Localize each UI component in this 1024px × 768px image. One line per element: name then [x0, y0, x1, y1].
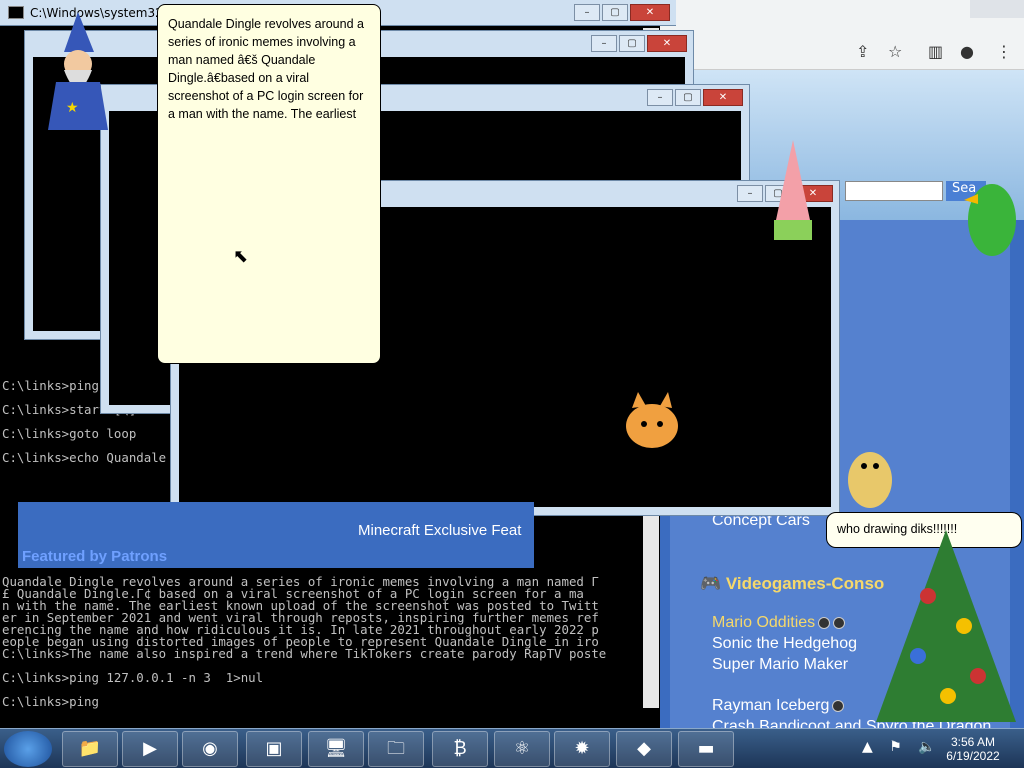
link-mario-oddities[interactable]: Mario Oddities: [712, 614, 846, 632]
close-button[interactable]: ✕: [630, 4, 670, 21]
featured-label: Minecraft Exclusive Feat: [358, 522, 522, 539]
parrot-icon: [958, 170, 1024, 270]
cmd-line: C:\links>ping: [2, 694, 99, 709]
patrick-icon: [762, 140, 824, 260]
minimize-button[interactable]: –: [591, 35, 617, 52]
cat-icon: [610, 388, 700, 458]
close-button[interactable]: ✕: [703, 89, 743, 106]
browser-tab-close[interactable]: [970, 0, 1024, 18]
cmd-output-bottom: Quandale Dingle revolves around a series…: [2, 575, 607, 709]
maximize-button[interactable]: ▢: [675, 89, 701, 106]
wizard-icon: ★: [42, 12, 114, 130]
taskbar: 📁 ▶ ◉ ▣ 🖥 🗀 ₿ ⚛ ✹ ◆ ▬ ▲ ⚑ 🔈 3:56 AM 6/19…: [0, 728, 1024, 768]
system-tray[interactable]: ▲ ⚑ 🔈: [862, 739, 942, 755]
chrome-icon[interactable]: ◉: [182, 731, 238, 767]
minimize-button[interactable]: –: [574, 4, 600, 21]
note-popup: Quandale Dingle revolves around a series…: [157, 4, 381, 364]
minimize-button[interactable]: –: [737, 185, 763, 202]
cmd-taskbar-icon[interactable]: ▬: [678, 731, 734, 767]
svg-text:★: ★: [66, 100, 79, 116]
folder-icon[interactable]: 🗀: [368, 731, 424, 767]
bluestacks-icon[interactable]: ◆: [616, 731, 672, 767]
photos-icon[interactable]: ▣: [246, 731, 302, 767]
section-heading: 🎮 Videogames-Conso: [700, 574, 885, 593]
menu-icon[interactable]: ⋮: [996, 42, 1012, 61]
sidebar-icon[interactable]: ▥: [928, 42, 943, 61]
link-super-mario-maker[interactable]: Super Mario Maker: [712, 656, 848, 674]
explorer-icon[interactable]: 📁: [62, 731, 118, 767]
atom-icon[interactable]: ⚛: [494, 731, 550, 767]
app-icon[interactable]: ₿: [432, 731, 488, 767]
link-rayman-iceberg[interactable]: Rayman Iceberg: [712, 697, 845, 715]
cmd-line: C:\links>ping 127.0.0.1 -n 3 1>nul: [2, 670, 264, 685]
mouse-cursor-icon: ⬉: [233, 246, 249, 267]
clock-time: 3:56 AM: [950, 735, 996, 749]
star-icon[interactable]: ☆: [888, 42, 902, 61]
dog-icon: [838, 436, 902, 514]
maximize-button[interactable]: ▢: [619, 35, 645, 52]
clock-date: 6/19/2022: [946, 749, 1000, 763]
website-fragment: Minecraft Exclusive Feat Featured by Pat…: [18, 502, 534, 568]
maximize-button[interactable]: ▢: [602, 4, 628, 21]
clock[interactable]: 3:56 AM 6/19/2022: [936, 735, 1010, 763]
game-icon[interactable]: ✹: [554, 731, 610, 767]
christmas-tree-icon: [868, 526, 1024, 726]
remote-icon[interactable]: 🖥: [308, 731, 364, 767]
cmd-line: C:\links>The name also inspired a trend …: [2, 646, 607, 661]
cmd-icon: [8, 6, 24, 19]
media-player-icon[interactable]: ▶: [122, 731, 178, 767]
patrons-label: Featured by Patrons: [22, 548, 168, 565]
close-button[interactable]: ✕: [647, 35, 687, 52]
browser-toolbar: ⇪ ☆ ▥ ● ⋮: [660, 0, 1024, 70]
share-icon[interactable]: ⇪: [856, 42, 869, 61]
minimize-button[interactable]: –: [647, 89, 673, 106]
link-sonic[interactable]: Sonic the Hedgehog: [712, 635, 857, 653]
profile-icon[interactable]: ●: [960, 42, 974, 61]
start-button[interactable]: [4, 731, 52, 767]
website-search-input[interactable]: [845, 181, 943, 201]
